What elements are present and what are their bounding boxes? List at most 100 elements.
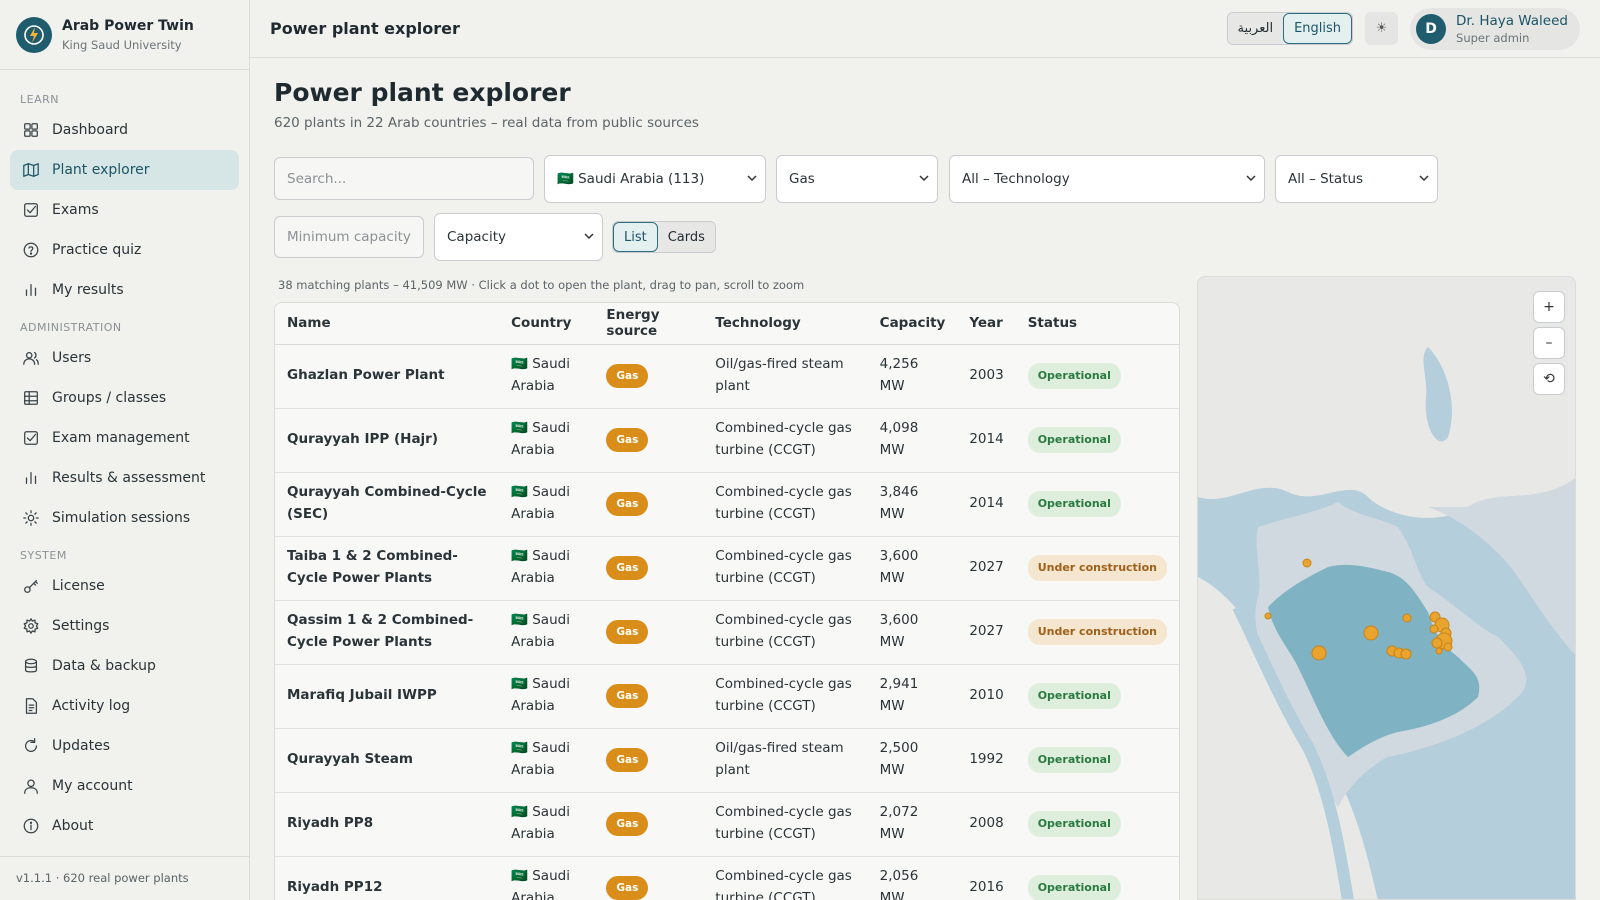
- table-icon: [24, 391, 38, 405]
- map-canvas[interactable]: [1198, 277, 1576, 900]
- country-select[interactable]: 🇸🇦 Saudi Arabia (113): [544, 155, 766, 203]
- plant-source-cell: Gas: [594, 856, 704, 900]
- energy-source-select[interactable]: Gas: [776, 155, 938, 203]
- sidebar-item-about[interactable]: About: [10, 806, 239, 846]
- sidebar-item-exams[interactable]: Exams: [10, 190, 239, 230]
- nav-section-label: ADMINISTRATION: [20, 321, 122, 334]
- table-row[interactable]: Qassim 1 & 2 Combined-Cycle Power Plants…: [275, 600, 1179, 665]
- sidebar-item-updates[interactable]: Updates: [10, 726, 239, 766]
- sidebar-item-users[interactable]: Users: [10, 338, 239, 378]
- sidebar-item-data-backup[interactable]: Data & backup: [10, 646, 239, 686]
- plant-status-cell: Operational: [1015, 728, 1179, 793]
- sidebar-item-settings[interactable]: Settings: [10, 606, 239, 646]
- sidebar-item-exam-management[interactable]: Exam management: [10, 418, 239, 458]
- plant-name[interactable]: Qurayyah Combined-Cycle (SEC): [275, 472, 500, 537]
- energy-source-badge: Gas: [606, 491, 649, 517]
- table-row[interactable]: Riyadh PP8 🇸🇦 Saudi Arabia Gas Combined-cyc…: [275, 792, 1179, 857]
- technology-select[interactable]: All – Technology: [949, 155, 1265, 203]
- min-capacity-input[interactable]: Minimum capacity: [274, 216, 424, 258]
- plant-name[interactable]: Qurayyah IPP (Hajr): [275, 408, 500, 473]
- sidebar-item-plant-explorer[interactable]: Plant explorer: [10, 150, 239, 190]
- table-row[interactable]: Riyadh PP12 🇸🇦 Saudi Arabia Gas Combined-cy…: [275, 856, 1179, 900]
- sidebar-item-license[interactable]: License: [10, 566, 239, 606]
- plant-name[interactable]: Marafiq Jubail IWPP: [275, 664, 500, 729]
- sidebar-item-simulation-sessions[interactable]: Simulation sessions: [10, 498, 239, 538]
- results-summary: 38 matching plants – 41,509 MW · Click a…: [278, 278, 805, 292]
- language-switch: العربية English: [1226, 12, 1354, 45]
- sidebar-item-my-account[interactable]: My account: [10, 766, 239, 806]
- column-header[interactable]: Year: [957, 303, 1016, 345]
- column-header[interactable]: Status: [1015, 303, 1179, 345]
- plant-capacity: 2,072 MW: [867, 792, 958, 857]
- sidebar-item-label: Activity log: [52, 698, 131, 714]
- plant-status-cell: Under construction: [1015, 536, 1179, 601]
- plants-table: Name Country Energy source Technology Capaci…: [274, 302, 1180, 900]
- plant-name[interactable]: Riyadh PP8: [275, 792, 500, 857]
- energy-source-badge: Gas: [606, 683, 649, 709]
- sidebar-item-label: My results: [52, 282, 124, 298]
- plant-year: 2027: [957, 600, 1016, 665]
- key-icon: [24, 579, 38, 593]
- sort-select[interactable]: Capacity: [434, 213, 603, 261]
- table-row[interactable]: Ghazlan Power Plant 🇸🇦 Saudi Arabia Gas Oil…: [275, 344, 1179, 409]
- plant-source-cell: Gas: [594, 792, 704, 857]
- column-header[interactable]: Capacity: [867, 303, 958, 345]
- view-cards-button[interactable]: Cards: [657, 222, 715, 252]
- reset-view-button[interactable]: ⟲: [1533, 363, 1565, 395]
- plant-year: 2014: [957, 472, 1016, 537]
- plant-capacity: 4,098 MW: [867, 408, 958, 473]
- status-select[interactable]: All – Status: [1275, 155, 1438, 203]
- version-info: v1.1.1 · 620 real power plants: [0, 856, 249, 900]
- plant-name[interactable]: Qurayyah Steam: [275, 728, 500, 793]
- plant-capacity: 2,056 MW: [867, 856, 958, 900]
- plant-name[interactable]: Taiba 1 & 2 Combined-Cycle Power Plants: [275, 536, 500, 601]
- table-row[interactable]: Qurayyah IPP (Hajr) 🇸🇦 Saudi Arabia Gas Com…: [275, 408, 1179, 473]
- search-input[interactable]: Search...: [274, 157, 534, 200]
- sidebar-item-activity-log[interactable]: Activity log: [10, 686, 239, 726]
- lang-english-button[interactable]: English: [1283, 13, 1353, 44]
- plant-source-cell: Gas: [594, 536, 704, 601]
- table-row[interactable]: Qurayyah Combined-Cycle (SEC) 🇸🇦 Saudi Ar…: [275, 472, 1179, 537]
- status-badge: Operational: [1027, 427, 1121, 453]
- column-header[interactable]: Energy source: [594, 303, 704, 345]
- plant-name[interactable]: Qassim 1 & 2 Combined-Cycle Power Plants: [275, 600, 500, 665]
- status-badge: Under construction: [1027, 555, 1167, 581]
- column-header[interactable]: Name: [275, 303, 500, 345]
- sidebar-item-my-results[interactable]: My results: [10, 270, 239, 310]
- user-menu[interactable]: D Dr. Haya Waleed Super admin: [1410, 7, 1580, 50]
- column-header[interactable]: Technology: [703, 303, 868, 345]
- plants-map[interactable]: + – ⟲: [1197, 276, 1576, 900]
- table-row[interactable]: Taiba 1 & 2 Combined-Cycle Power Plants 🇸…: [275, 536, 1179, 601]
- plant-technology: Combined-cycle gas turbine (CCGT): [703, 792, 868, 857]
- logo-icon: [16, 16, 52, 53]
- plant-country: 🇸🇦 Saudi Arabia: [499, 472, 595, 537]
- plant-year: 2010: [957, 664, 1016, 729]
- country-select-value: 🇸🇦 Saudi Arabia (113): [557, 171, 705, 187]
- user-role: Super admin: [1456, 30, 1530, 45]
- plant-year: 2027: [957, 536, 1016, 601]
- theme-toggle-button[interactable]: ☀: [1365, 12, 1399, 45]
- sidebar-item-results-assessment[interactable]: Results & assessment: [10, 458, 239, 498]
- plant-technology: Combined-cycle gas turbine (CCGT): [703, 600, 868, 665]
- column-header[interactable]: Country: [499, 303, 595, 345]
- sidebar-item-label: Dashboard: [52, 122, 128, 138]
- lang-arabic-button[interactable]: العربية: [1227, 13, 1284, 44]
- sidebar-item-dashboard[interactable]: Dashboard: [10, 110, 239, 150]
- plant-source-cell: Gas: [594, 408, 704, 473]
- table-header-row: Name Country Energy source Technology Capaci…: [275, 303, 1179, 345]
- brand[interactable]: Arab Power Twin King Saud University: [0, 0, 249, 70]
- zoom-out-button[interactable]: –: [1533, 327, 1565, 359]
- energy-source-badge: Gas: [606, 811, 649, 837]
- view-list-button[interactable]: List: [613, 222, 658, 252]
- sidebar-item-practice-quiz[interactable]: Practice quiz: [10, 230, 239, 270]
- sidebar-item-groups-classes[interactable]: Groups / classes: [10, 378, 239, 418]
- plant-name[interactable]: Ghazlan Power Plant: [275, 344, 500, 409]
- info-icon: [23, 818, 39, 834]
- table-row[interactable]: Qurayyah Steam 🇸🇦 Saudi Arabia Gas Oil/gas-…: [275, 728, 1179, 793]
- sun-icon: ☀: [1375, 21, 1388, 36]
- zoom-in-button[interactable]: +: [1533, 291, 1565, 323]
- bar-chart-icon: [25, 471, 37, 485]
- plant-name[interactable]: Riyadh PP12: [275, 856, 500, 900]
- table-row[interactable]: Marafiq Jubail IWPP 🇸🇦 Saudi Arabia Gas Com…: [275, 664, 1179, 729]
- plant-year: 2016: [957, 856, 1016, 900]
